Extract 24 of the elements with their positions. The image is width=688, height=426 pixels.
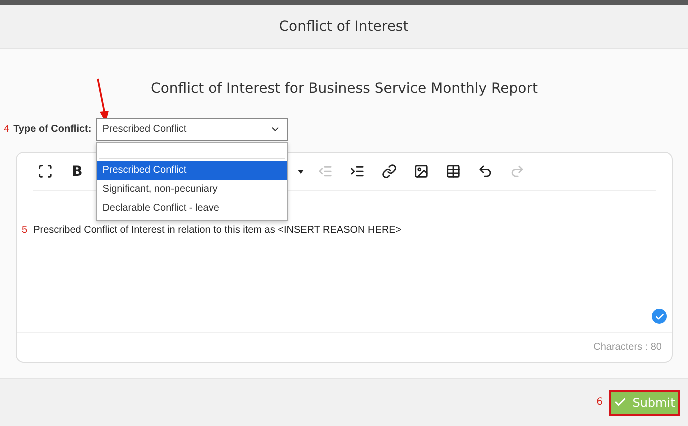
conflict-type-select[interactable]: Prescribed Conflict <box>96 118 288 141</box>
fullscreen-icon <box>38 164 53 179</box>
dialog-title: Conflict of Interest <box>279 18 409 34</box>
undo-icon <box>478 164 493 179</box>
character-count: Characters : 80 <box>594 342 662 353</box>
editor-text[interactable]: Prescribed Conflict of Interest in relation to this item as <INSERT REASON HERE> <box>34 225 402 236</box>
table-icon <box>446 164 461 179</box>
dropdown-option[interactable]: Declarable Conflict - leave <box>96 199 287 218</box>
check-circle-icon <box>652 309 667 324</box>
check-icon <box>614 396 627 409</box>
dropdown-option[interactable]: Significant, non-pecuniary <box>96 180 287 199</box>
dropdown-option[interactable]: Prescribed Conflict <box>96 161 287 180</box>
link-icon <box>382 164 397 179</box>
redo-icon <box>510 164 525 179</box>
indent-icon <box>350 164 365 179</box>
form-title: Conflict of Interest for Business Service Monthly Report <box>150 80 539 99</box>
caret-icon <box>298 170 304 174</box>
step-number: 4 <box>4 124 10 135</box>
step-number: 6 <box>596 397 603 408</box>
image-icon <box>414 164 429 179</box>
field-label: Type of Conflict: <box>14 124 92 135</box>
outdent-icon <box>318 164 333 179</box>
bold-button[interactable]: B <box>65 160 90 182</box>
step-number: 5 <box>22 225 28 236</box>
